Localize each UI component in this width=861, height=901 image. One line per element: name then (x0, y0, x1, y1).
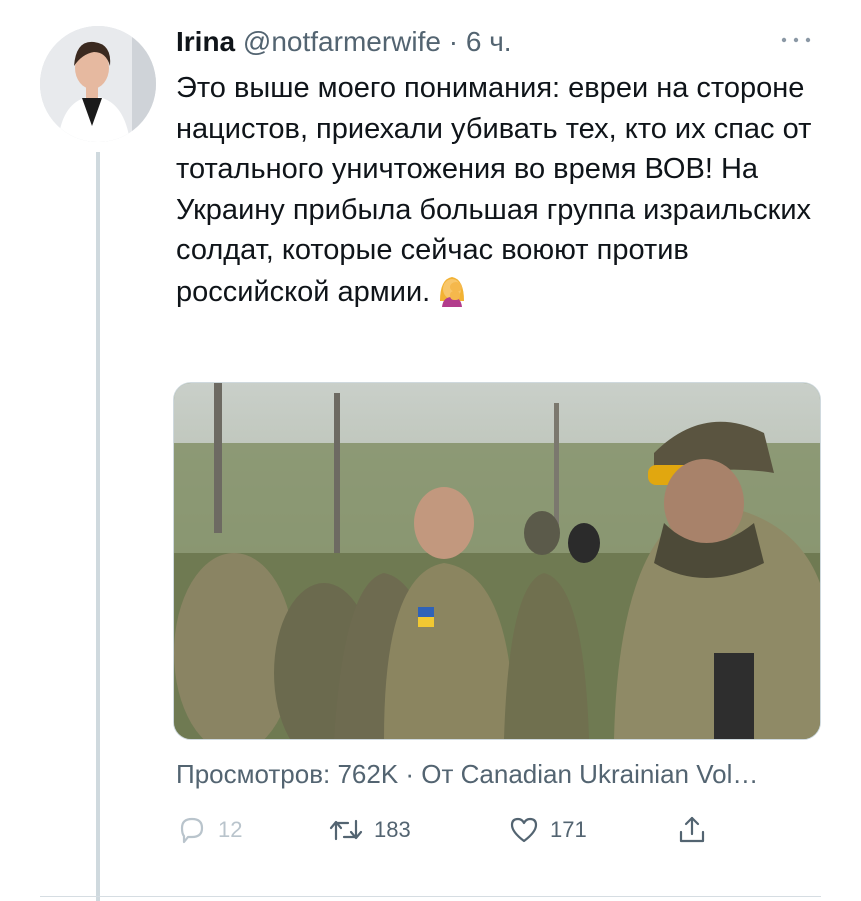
views-line: Просмотров: 762K · От Canadian Ukrainian… (176, 759, 759, 789)
heart-icon (510, 817, 538, 843)
tweet-text: Это выше моего понимания: евреи на сторо… (176, 72, 812, 308)
share-icon (679, 816, 705, 843)
ellipsis-icon (781, 37, 811, 43)
author-handle[interactable]: @notfarmerwife (243, 26, 441, 57)
tweet-video[interactable] (173, 382, 821, 740)
tweet-text-container: Это выше моего понимания: евреи на сторо… (176, 68, 826, 312)
avatar[interactable] (40, 26, 156, 142)
like-button[interactable]: 171 (508, 808, 587, 852)
avatar-image (40, 26, 156, 142)
reply-button[interactable]: 12 (176, 808, 242, 852)
separator-dot: · (448, 26, 459, 57)
tweet-actions: 12 183 171 (176, 808, 736, 852)
tweet[interactable]: Irina @notfarmerwife · 6 ч. Это выше мое… (0, 0, 861, 901)
retweet-count: 183 (374, 817, 411, 842)
like-count: 171 (550, 817, 587, 842)
tweet-time[interactable]: 6 ч. (466, 26, 512, 57)
divider (40, 896, 821, 897)
video-thumbnail (174, 383, 820, 739)
reply-count: 12 (218, 817, 243, 842)
woman-facepalming-emoji (440, 276, 465, 307)
reply-icon (180, 817, 204, 844)
retweet-button[interactable]: 183 (328, 808, 411, 852)
more-options-button[interactable] (776, 30, 816, 50)
retweet-icon (329, 819, 363, 841)
thread-line (96, 152, 100, 901)
author-name[interactable]: Irina (176, 26, 235, 57)
tweet-header: Irina @notfarmerwife · 6 ч. (176, 22, 512, 62)
share-button[interactable] (676, 808, 708, 852)
